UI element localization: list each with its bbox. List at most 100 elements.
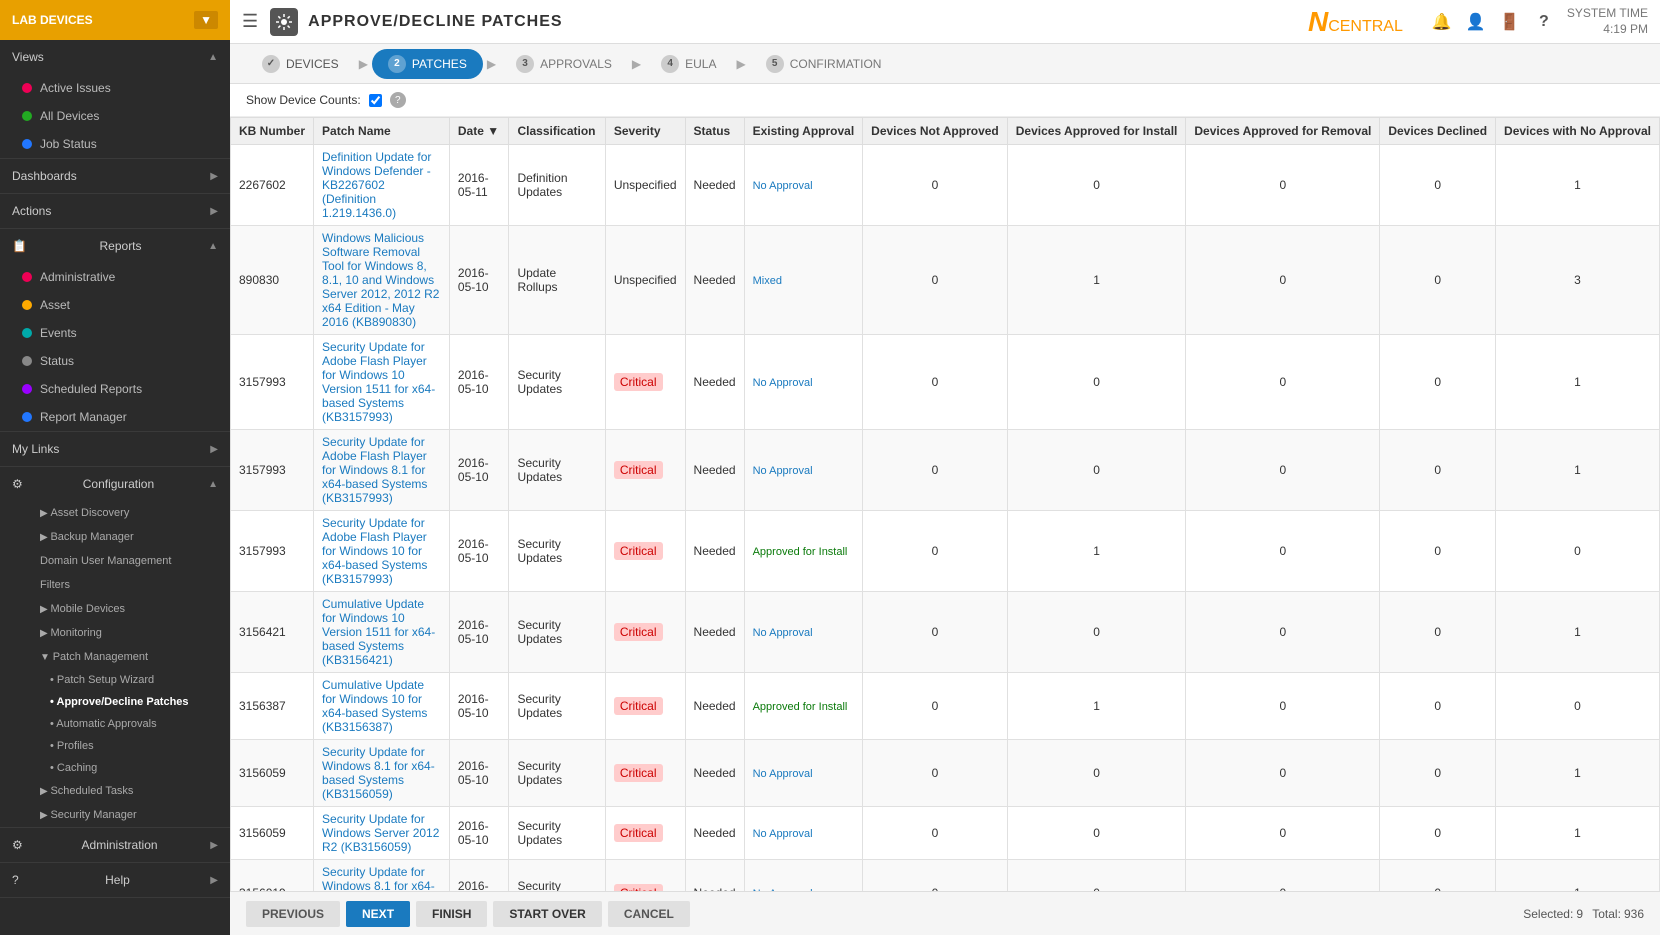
show-device-counts-label: Show Device Counts: [246,93,361,107]
cell-status: Needed [685,430,744,511]
sidebar-help-header[interactable]: ? Help ▶ [0,863,230,897]
patch-name-link[interactable]: Cumulative Update for Windows 10 Version… [322,597,435,667]
cell-kb: 3156059 [231,807,314,860]
approval-no-approval[interactable]: No Approval [753,888,813,891]
sidebar-child-patch-setup-wizard[interactable]: • Patch Setup Wizard [0,669,230,691]
approval-no-approval[interactable]: No Approval [753,377,813,389]
patch-name-link[interactable]: Windows Malicious Software Removal Tool … [322,231,439,329]
previous-button[interactable]: PREVIOUS [246,901,340,927]
next-button[interactable]: NEXT [346,901,410,927]
notifications-bell-icon[interactable]: 🔔 [1427,7,1457,37]
patch-name-link[interactable]: Security Update for Adobe Flash Player f… [322,435,427,505]
cell-status: Needed [685,145,744,226]
table-row[interactable]: 890830 Windows Malicious Software Remova… [231,226,1660,335]
sidebar-item-scheduled-reports[interactable]: Scheduled Reports [0,375,230,403]
patch-name-link[interactable]: Security Update for Adobe Flash Player f… [322,340,435,424]
sidebar-dashboards-header[interactable]: Dashboards ▶ [0,159,230,193]
patch-name-link[interactable]: Definition Update for Windows Defender -… [322,150,431,220]
approval-no-approval[interactable]: No Approval [753,828,813,840]
sidebar-item-security-manager[interactable]: ▶ Security Manager [0,803,230,827]
wizard-step-approvals[interactable]: 3 APPROVALS [500,49,628,79]
sidebar-item-asset[interactable]: Asset [0,291,230,319]
sidebar-actions-header[interactable]: Actions ▶ [0,194,230,228]
sidebar-item-backup-manager[interactable]: ▶ Backup Manager [0,525,230,549]
severity-badge: Critical [614,764,663,782]
cancel-button[interactable]: CANCEL [608,901,690,927]
col-classification[interactable]: Classification [509,118,605,145]
table-row[interactable]: 3157993 Security Update for Adobe Flash … [231,511,1660,592]
sidebar-item-asset-discovery[interactable]: ▶ Asset Discovery [0,501,230,525]
user-profile-icon[interactable]: 👤 [1461,7,1491,37]
sidebar-item-all-devices[interactable]: All Devices [0,102,230,130]
wizard-step-eula[interactable]: 4 EULA [645,49,732,79]
col-devices-not-approved[interactable]: Devices Not Approved [863,118,1008,145]
sidebar-configuration-header[interactable]: ⚙ Configuration ▲ [0,467,230,501]
col-existing-approval[interactable]: Existing Approval [744,118,863,145]
cell-no-approval: 1 [1496,430,1660,511]
table-row[interactable]: 3156059 Security Update for Windows Serv… [231,807,1660,860]
patch-name-link[interactable]: Security Update for Windows 8.1 for x64-… [322,865,435,891]
table-row[interactable]: 3156387 Cumulative Update for Windows 10… [231,673,1660,740]
sidebar-item-mobile-devices[interactable]: ▶ Mobile Devices [0,597,230,621]
hamburger-menu-icon[interactable]: ☰ [242,11,258,32]
sidebar-item-patch-management[interactable]: ▼ Patch Management [0,645,230,669]
approval-no-approval[interactable]: No Approval [753,180,813,192]
sidebar-item-filters[interactable]: Filters [0,573,230,597]
wizard-step-patches[interactable]: 2 PATCHES [372,49,483,79]
col-severity[interactable]: Severity [605,118,685,145]
approval-no-approval[interactable]: No Approval [753,627,813,639]
sidebar-item-administrative[interactable]: Administrative [0,263,230,291]
patch-name-link[interactable]: Cumulative Update for Windows 10 for x64… [322,678,427,734]
approval-mixed[interactable]: Mixed [753,275,782,287]
table-row[interactable]: 3157993 Security Update for Adobe Flash … [231,430,1660,511]
sidebar-dropdown-icon[interactable]: ▼ [194,11,218,29]
col-date[interactable]: Date ▼ [449,118,509,145]
sidebar-item-report-manager[interactable]: Report Manager [0,403,230,431]
sidebar-my-links-header[interactable]: My Links ▶ [0,432,230,466]
logout-icon[interactable]: 🚪 [1495,7,1525,37]
col-devices-declined[interactable]: Devices Declined [1380,118,1496,145]
sidebar-item-status[interactable]: Status [0,347,230,375]
table-row[interactable]: 3157993 Security Update for Adobe Flash … [231,335,1660,430]
cell-severity: Critical [605,511,685,592]
col-kb-number[interactable]: KB Number [231,118,314,145]
start-over-button[interactable]: START OVER [493,901,601,927]
sidebar-item-scheduled-tasks[interactable]: ▶ Scheduled Tasks [0,779,230,803]
wizard-step-devices[interactable]: ✓ DEVICES [246,49,355,79]
sidebar-item-domain-user-management[interactable]: Domain User Management [0,549,230,573]
wizard-step-confirmation[interactable]: 5 CONFIRMATION [750,49,898,79]
sidebar-item-monitoring[interactable]: ▶ Monitoring [0,621,230,645]
sidebar-child-profiles[interactable]: • Profiles [0,735,230,757]
sidebar-child-caching[interactable]: • Caching [0,757,230,779]
cell-declined: 0 [1380,226,1496,335]
col-status[interactable]: Status [685,118,744,145]
sidebar-item-job-status[interactable]: Job Status [0,130,230,158]
table-row[interactable]: 3156421 Cumulative Update for Windows 10… [231,592,1660,673]
sidebar-reports-header[interactable]: 📋 Reports ▲ [0,229,230,263]
cell-not-approved: 0 [863,807,1008,860]
step-separator-2: ▶ [487,57,496,71]
table-row[interactable]: 2267602 Definition Update for Windows De… [231,145,1660,226]
col-devices-approved-removal[interactable]: Devices Approved for Removal [1186,118,1380,145]
col-patch-name[interactable]: Patch Name [314,118,450,145]
approval-no-approval[interactable]: No Approval [753,465,813,477]
table-row[interactable]: 3156059 Security Update for Windows 8.1 … [231,740,1660,807]
sidebar-administration-header[interactable]: ⚙ Administration ▶ [0,828,230,862]
sidebar-child-approve-decline-patches[interactable]: • Approve/Decline Patches [0,691,230,713]
toolbar-help-icon[interactable]: ? [390,92,406,108]
approval-no-approval[interactable]: No Approval [753,768,813,780]
sidebar-header[interactable]: LAB DEVICES ▼ [0,0,230,40]
show-device-counts-checkbox[interactable] [369,94,382,107]
patch-name-link[interactable]: Security Update for Windows 8.1 for x64-… [322,745,435,801]
patch-name-link[interactable]: Security Update for Windows Server 2012 … [322,812,439,854]
sidebar-item-active-issues[interactable]: Active Issues [0,74,230,102]
sidebar-item-events[interactable]: Events [0,319,230,347]
finish-button[interactable]: FINISH [416,901,487,927]
col-devices-no-approval[interactable]: Devices with No Approval [1496,118,1660,145]
patch-name-link[interactable]: Security Update for Adobe Flash Player f… [322,516,427,586]
col-devices-approved-install[interactable]: Devices Approved for Install [1007,118,1186,145]
sidebar-section-views-header[interactable]: Views ▲ [0,40,230,74]
sidebar-child-automatic-approvals[interactable]: • Automatic Approvals [0,713,230,735]
table-row[interactable]: 3156019 Security Update for Windows 8.1 … [231,860,1660,892]
help-question-icon[interactable]: ? [1529,7,1559,37]
